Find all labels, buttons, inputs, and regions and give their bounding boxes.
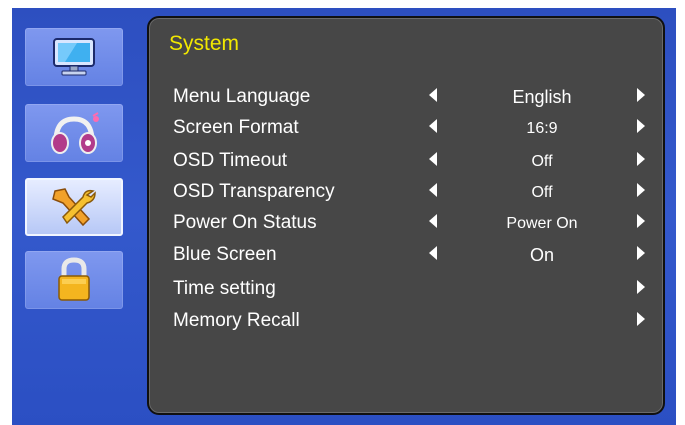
row-label: Screen Format: [173, 117, 299, 138]
tools-icon: [52, 188, 96, 227]
osd-frame: System Menu Language English Screen Form…: [12, 8, 676, 425]
arrow-right-icon[interactable]: [637, 183, 645, 197]
arrow-right-icon[interactable]: [637, 214, 645, 228]
arrow-right-icon[interactable]: [637, 312, 645, 326]
menu-language-row[interactable]: Menu Language English: [149, 82, 663, 112]
row-label: Blue Screen: [173, 244, 277, 265]
row-label: Memory Recall: [173, 310, 300, 331]
panel-title: System: [169, 32, 240, 55]
memory-recall-row[interactable]: Memory Recall: [149, 306, 663, 336]
time-setting-row[interactable]: Time setting: [149, 274, 663, 304]
arrow-right-icon[interactable]: [637, 246, 645, 260]
sidebar-item-picture[interactable]: [25, 28, 123, 86]
row-value: Off: [531, 153, 553, 170]
arrow-left-icon[interactable]: [429, 88, 437, 102]
sidebar-item-system[interactable]: [25, 178, 123, 236]
arrow-right-icon[interactable]: [637, 280, 645, 294]
row-label: Power On Status: [173, 212, 317, 233]
power-on-status-row[interactable]: Power On Status Power On: [149, 208, 663, 238]
headphones-icon: [51, 112, 99, 154]
arrow-left-icon[interactable]: [429, 119, 437, 133]
row-value: 16:9: [526, 120, 558, 137]
row-label: Menu Language: [173, 86, 311, 107]
osd-transparency-row[interactable]: OSD Transparency Off: [149, 177, 663, 207]
arrow-left-icon[interactable]: [429, 152, 437, 166]
screen-format-row[interactable]: Screen Format 16:9: [149, 113, 663, 143]
arrow-left-icon[interactable]: [429, 214, 437, 228]
row-label: Time setting: [173, 278, 276, 299]
row-label: OSD Transparency: [173, 181, 335, 202]
row-label: OSD Timeout: [173, 150, 288, 171]
row-value: Power On: [506, 215, 578, 232]
arrow-left-icon[interactable]: [429, 246, 437, 260]
arrow-right-icon[interactable]: [637, 88, 645, 102]
row-value: Off: [531, 184, 553, 201]
arrow-right-icon[interactable]: [637, 152, 645, 166]
row-value: English: [512, 87, 572, 107]
arrow-right-icon[interactable]: [637, 119, 645, 133]
row-value: On: [529, 245, 554, 265]
padlock-icon: [58, 257, 90, 301]
monitor-icon: [53, 38, 95, 76]
blue-screen-row[interactable]: Blue Screen On: [149, 240, 663, 270]
sidebar-item-audio[interactable]: [25, 104, 123, 162]
system-settings-panel: System Menu Language English Screen Form…: [147, 16, 665, 415]
arrow-left-icon[interactable]: [429, 183, 437, 197]
sidebar-item-lock[interactable]: [25, 251, 123, 309]
osd-timeout-row[interactable]: OSD Timeout Off: [149, 146, 663, 176]
